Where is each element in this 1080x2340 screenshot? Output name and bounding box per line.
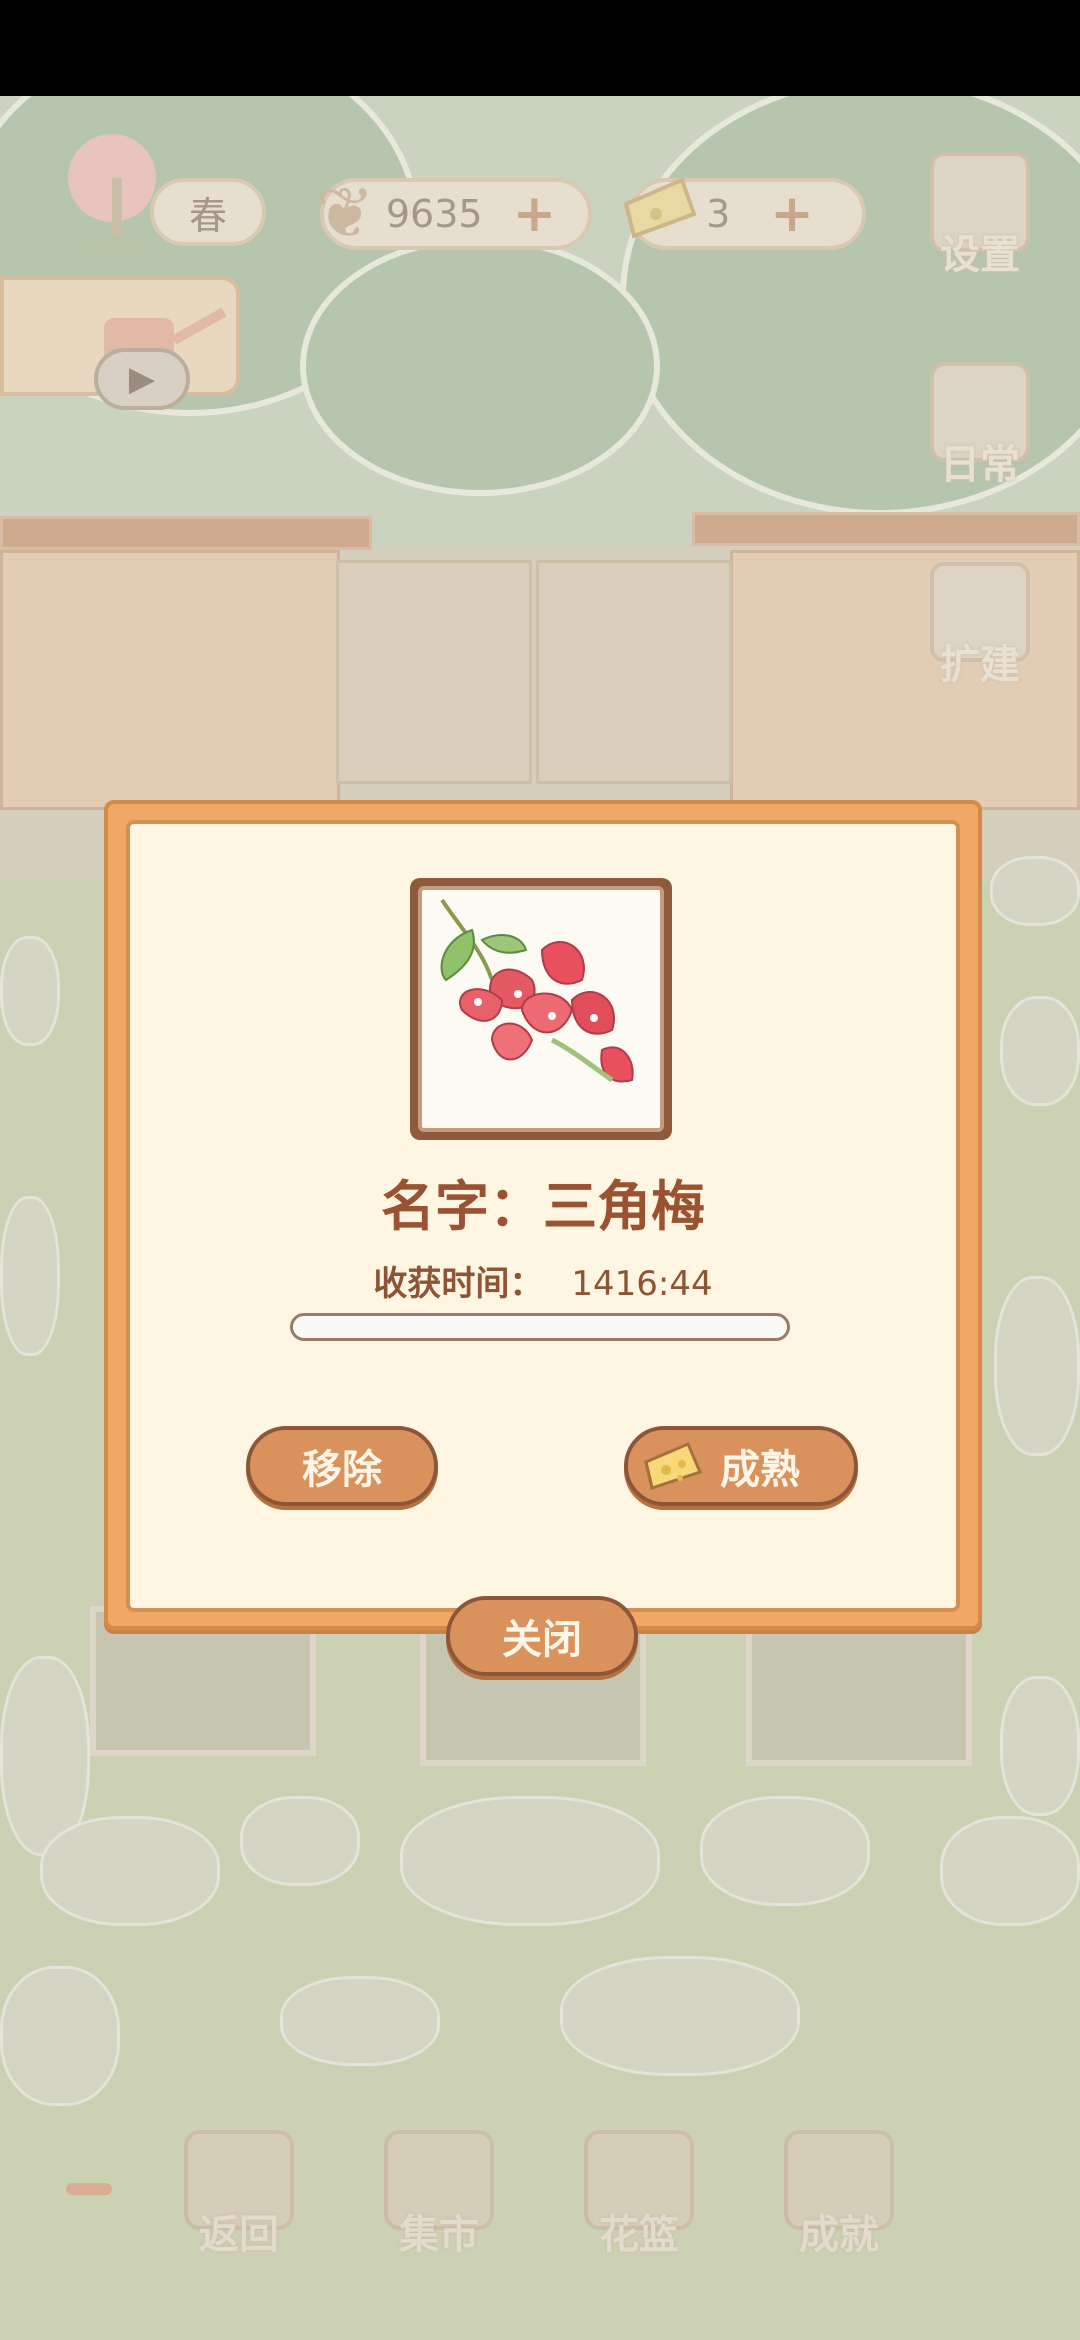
flower-portrait-frame: [410, 878, 672, 1140]
remove-label: 移除: [302, 1447, 382, 1493]
daily-label: 日常: [940, 442, 1020, 488]
settings-button[interactable]: 设置: [920, 150, 1040, 280]
nav-market-label: 集市: [399, 2212, 479, 2258]
nav-back[interactable]: 返回: [174, 2120, 304, 2260]
stepping-stone: [994, 1276, 1080, 1456]
cheese-icon: [622, 174, 698, 253]
cheese-count: 3: [706, 192, 731, 236]
play-icon: ▶: [128, 359, 156, 399]
fence-rail: [692, 512, 1080, 546]
status-bar: [0, 0, 1080, 96]
mature-label: 成熟: [720, 1447, 800, 1493]
stepping-stone: [280, 1976, 440, 2066]
fish-counter[interactable]: ❦ 9635 +: [316, 172, 592, 254]
gate-right: [536, 560, 732, 784]
garden-plot: [746, 1616, 972, 1766]
season-label: 春: [188, 193, 227, 238]
fence-rail: [0, 516, 372, 550]
collapse-handle[interactable]: [66, 2183, 112, 2195]
add-cheese-button[interactable]: +: [770, 184, 814, 244]
plant-name-title: 名字：三角梅: [381, 1175, 705, 1238]
remove-button[interactable]: 移除: [246, 1426, 438, 1506]
bougainvillea-icon: [440, 898, 634, 1083]
settings-label: 设置: [940, 232, 1020, 278]
stepping-stone: [0, 1966, 120, 2106]
nav-basket[interactable]: 花篮: [574, 2120, 704, 2260]
cheese-counter[interactable]: 3 +: [623, 177, 866, 250]
harvest-time-value: 1416:44: [571, 1264, 713, 1304]
stepping-stone: [1000, 996, 1080, 1106]
stepping-stone: [240, 1796, 360, 1886]
fish-count: 9635: [385, 192, 483, 236]
expand-label: 扩建: [940, 642, 1020, 688]
stepping-stone: [0, 936, 60, 1046]
stepping-stone: [560, 1956, 800, 2076]
stepping-stone: [40, 1816, 220, 1926]
stepping-stone: [700, 1796, 870, 1906]
growth-progress-bar: [290, 1313, 790, 1341]
daily-button[interactable]: 日常: [920, 360, 1040, 490]
nav-basket-label: 花篮: [599, 2212, 679, 2258]
add-fish-button[interactable]: +: [513, 184, 557, 244]
fence-board: [0, 550, 340, 810]
cheese-icon: [644, 1442, 703, 1490]
stepping-stone: [940, 1816, 1080, 1926]
stepping-stone: [400, 1796, 660, 1926]
stepping-stone: [1000, 1676, 1080, 1816]
close-label: 关闭: [502, 1617, 582, 1663]
gate-left: [336, 560, 532, 784]
season-badge[interactable]: 春: [150, 178, 266, 246]
fish-bone-icon: ❦: [316, 172, 375, 254]
mature-button[interactable]: 成熟: [624, 1426, 858, 1506]
bush: [300, 236, 660, 496]
nav-back-label: 返回: [199, 2212, 279, 2258]
nav-market[interactable]: 集市: [374, 2120, 504, 2260]
stepping-stone: [990, 856, 1080, 926]
expand-button[interactable]: 扩建: [920, 560, 1040, 690]
harvest-timer: 收获时间： 1416:44: [126, 1256, 960, 1305]
play-video-button[interactable]: ▶: [94, 348, 190, 410]
nav-achievements-label: 成就: [799, 2212, 879, 2258]
nav-achievements[interactable]: 成就: [774, 2120, 904, 2260]
harvest-time-label: 收获时间：: [373, 1264, 544, 1304]
close-button[interactable]: 关闭: [446, 1596, 638, 1676]
stepping-stone: [0, 1196, 60, 1356]
